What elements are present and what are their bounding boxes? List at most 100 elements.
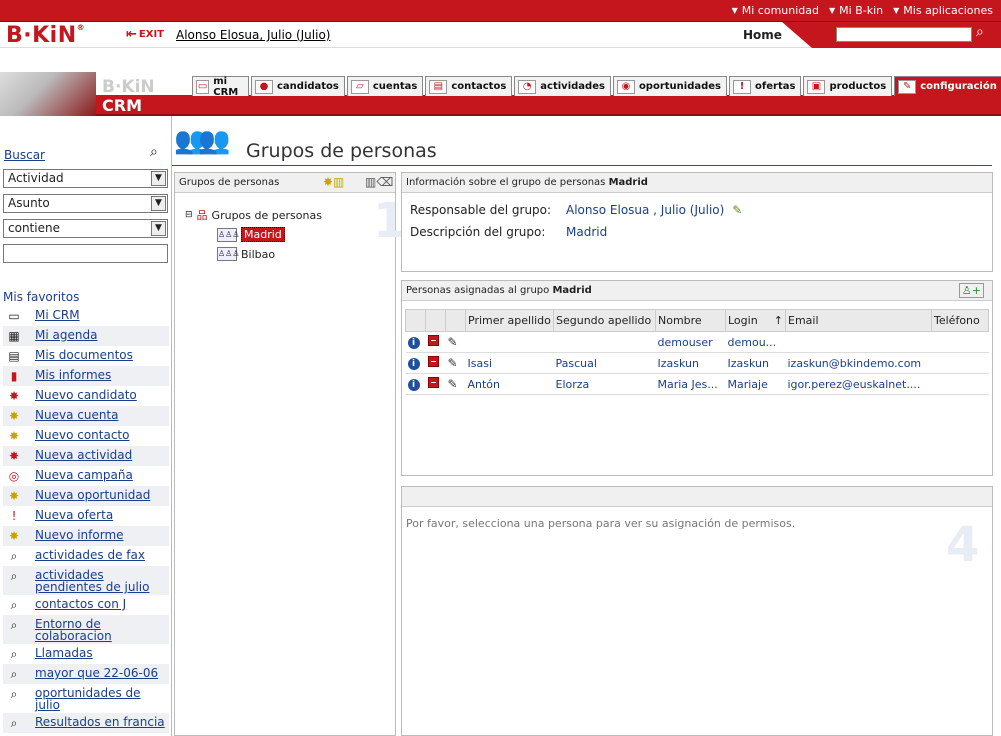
operator-select[interactable]: contiene ▼ [3, 219, 168, 238]
col-primer-apellido[interactable]: Primer apellido [465, 309, 554, 332]
tab-contactos[interactable]: ▤ contactos [425, 76, 513, 96]
favorite-label: Mi CRM [35, 308, 80, 322]
col-nombre[interactable]: Nombre [655, 309, 726, 332]
tab-configuracion[interactable]: ✎ configuración [894, 76, 1001, 96]
table-header-row: Primer apellido Segundo apellido Nombre … [405, 309, 989, 332]
favorite-item[interactable]: ⌕ mayor que 22-06-06 [3, 664, 169, 684]
tree-node-bilbao[interactable]: ♙♙♙ Bilbao [217, 247, 275, 261]
banner-strip [96, 95, 1001, 116]
favorite-label: Mi agenda [35, 328, 98, 342]
mi-bkin-link[interactable]: ▼ Mi B-kin [829, 4, 883, 17]
info-icon[interactable]: i [407, 379, 420, 391]
favorite-item[interactable]: ✸ Nueva cuenta [3, 406, 169, 426]
tab-candidatos[interactable]: ● candidatos [250, 76, 345, 96]
mis-aplicaciones-link[interactable]: ▼ Mis aplicaciones [893, 4, 993, 17]
favorite-item[interactable]: ◎ Nueva campaña [3, 466, 169, 486]
delete-icon[interactable] [427, 356, 439, 367]
favorite-item[interactable]: ✸ Nuevo candidato [3, 386, 169, 406]
tree-node-madrid[interactable]: ♙♙♙ Madrid [217, 227, 285, 242]
col-login[interactable]: Login ↑ [725, 309, 786, 332]
favorite-item[interactable]: ⌕ oportunidades de julio [3, 684, 169, 713]
descripcion-label: Descripción del grupo: [410, 225, 546, 239]
favorite-item[interactable]: ✸ Nueva actividad [3, 446, 169, 466]
col-info [405, 309, 426, 332]
entity-select[interactable]: Actividad ▼ [3, 169, 168, 188]
chevron-down-icon: ▼ [151, 196, 166, 211]
tab-ofertas[interactable]: ! ofertas [729, 76, 802, 96]
favorite-item[interactable]: ✸ Nuevo contacto [3, 426, 169, 446]
favorite-label: Mis informes [35, 368, 112, 382]
favorite-item[interactable]: ⌕ Entorno de colaboracion [3, 615, 169, 644]
new-group-icon[interactable]: ✸▥ [323, 175, 344, 189]
delete-group-icon[interactable]: ▥⌫ [365, 175, 393, 189]
favorite-item[interactable]: ⌕ contactos con J [3, 595, 169, 615]
table-row[interactable]: i ✎ Isasi Pascual Izaskun Izaskun izasku… [405, 352, 989, 374]
monitor-icon: ▭ [196, 79, 210, 94]
tab-oportunidades[interactable]: ◉ oportunidades [612, 76, 728, 96]
descripcion-value: Madrid [566, 225, 608, 239]
cell-segundo-apellido: Elorza [553, 373, 656, 395]
search-icon[interactable]: ⌕ [976, 24, 984, 40]
tab-cuentas[interactable]: ▱ cuentas [346, 76, 424, 96]
monitor-icon: ▭ [8, 309, 20, 323]
cell-primer-apellido: Antón [465, 373, 554, 395]
search-icon[interactable]: ⌕ [150, 144, 158, 160]
tab-mi-crm[interactable]: ▭ mi CRM [192, 75, 249, 98]
cell-segundo-apellido [553, 331, 656, 353]
user-link[interactable]: Alonso Elosua, Julio (Julio) [176, 28, 330, 42]
bkin-logo[interactable]: B·KiN® [6, 23, 85, 48]
top-search-input[interactable] [836, 27, 972, 42]
search-value-input[interactable] [3, 244, 168, 263]
favorite-item[interactable]: ✸ Nueva oportunidad [3, 486, 169, 506]
col-segundo-apellido[interactable]: Segundo apellido [553, 309, 656, 332]
group-people-icon: 👥👥 [174, 126, 231, 156]
favorite-item[interactable]: ▭ Mi CRM [3, 306, 169, 326]
table-row[interactable]: i ✎ demouser demou... [405, 331, 989, 353]
edit-icon[interactable]: ✎ [732, 203, 742, 217]
col-telefono[interactable]: Teléfono [931, 309, 989, 332]
buscar-link[interactable]: Buscar [4, 148, 45, 162]
delete-icon[interactable] [427, 335, 439, 346]
tab-productos[interactable]: ▣ productos [803, 76, 893, 96]
home-link[interactable]: Home [743, 28, 782, 42]
table-row[interactable]: i ✎ Antón Elorza Maria Jes... Mariaje ig… [405, 373, 989, 395]
favorite-item[interactable]: ✸ Nuevo informe [3, 526, 169, 546]
add-person-icon[interactable]: ♙+ [958, 283, 984, 298]
search-icon: ⌕ [10, 647, 18, 661]
group-icon: ♙♙♙ [217, 227, 240, 242]
favorite-item[interactable]: ▦ Mi agenda [3, 326, 169, 346]
search-icon: ⌕ [10, 569, 18, 583]
col-email[interactable]: Email [785, 309, 932, 332]
edit-icon[interactable]: ✎ [448, 356, 458, 370]
favorite-item[interactable]: ▮ Mis informes [3, 366, 169, 386]
cell-segundo-apellido: Pascual [553, 352, 656, 374]
col-edit [445, 309, 466, 332]
favorite-item[interactable]: ! Nueva oferta [3, 506, 169, 526]
sort-asc-icon: ↑ [773, 314, 783, 327]
favorite-item[interactable]: ⌕ actividades pendientes de julio [3, 566, 169, 595]
logo-mark: ® [76, 23, 86, 32]
responsable-value[interactable]: Alonso Elosua , Julio (Julio) [566, 203, 724, 217]
mi-comunidad-link[interactable]: ▼ Mi comunidad [732, 4, 819, 17]
tab-label: mi CRM [213, 75, 239, 98]
delete-icon[interactable] [427, 377, 439, 388]
favorite-item[interactable]: ⌕ Resultados en francia [3, 713, 169, 733]
calendar-icon: ▦ [8, 329, 20, 343]
responsable-row: Responsable del grupo: Alonso Elosua , J… [410, 203, 742, 217]
tab-actividades[interactable]: ◔ actividades [514, 76, 611, 96]
permissions-message: Por favor, selecciona una persona para v… [406, 517, 796, 530]
mi-bkin-label: Mi B-kin [839, 4, 884, 17]
exit-button[interactable]: ⇤ EXIT [126, 27, 164, 42]
field-select[interactable]: Asunto ▼ [3, 194, 168, 213]
favorite-item[interactable]: ▤ Mis documentos [3, 346, 169, 366]
clock-icon: ◔ [518, 79, 537, 94]
favorite-item[interactable]: ⌕ actividades de fax [3, 546, 169, 566]
favorite-label: Nueva campaña [35, 468, 133, 482]
edit-icon[interactable]: ✎ [448, 377, 458, 391]
edit-icon[interactable]: ✎ [448, 335, 458, 349]
group-info-header: Información sobre el grupo de personas M… [402, 173, 992, 193]
favorite-item[interactable]: ⌕ Llamadas [3, 644, 169, 664]
tree-root[interactable]: ⊟ 品 Grupos de personas [185, 207, 322, 223]
info-icon[interactable]: i [407, 358, 420, 370]
info-icon[interactable]: i [407, 337, 420, 349]
